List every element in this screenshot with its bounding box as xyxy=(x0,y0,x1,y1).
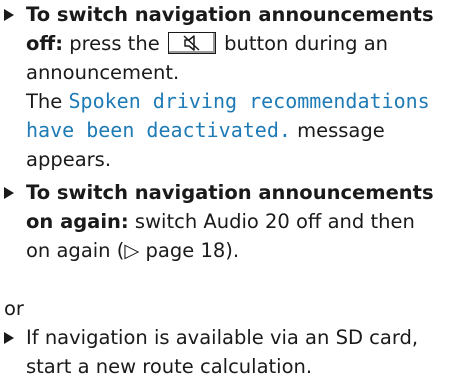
instruction-step-switch-on: To switch navigation announcements on ag… xyxy=(4,178,444,265)
instruction-body: If navigation is available via an SD car… xyxy=(26,323,444,381)
instruction-text: press the xyxy=(69,32,160,55)
step-arrow-icon xyxy=(4,332,14,344)
message-prefix: The xyxy=(26,90,63,113)
step-arrow-icon xyxy=(4,187,14,199)
step-arrow-icon xyxy=(4,9,14,21)
manual-page: To switch navigation announcements off: … xyxy=(0,0,461,381)
speaker-mute-icon xyxy=(183,35,200,51)
speaker-mute-button-symbol xyxy=(167,32,216,54)
or-separator: or xyxy=(4,297,24,320)
instruction-step-sd-card: If navigation is available via an SD car… xyxy=(4,323,444,381)
instruction-body: To switch navigation announcements off: … xyxy=(26,0,444,174)
instruction-body: To switch navigation announcements on ag… xyxy=(26,178,444,265)
instruction-text: If navigation is available via an SD car… xyxy=(26,326,419,378)
instruction-step-switch-off: To switch navigation announcements off: … xyxy=(4,0,444,174)
